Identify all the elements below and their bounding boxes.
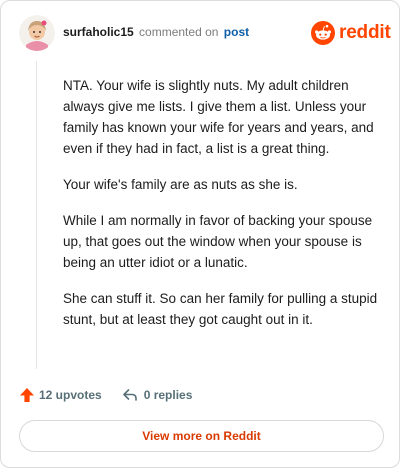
user-avatar[interactable]	[19, 15, 55, 51]
replies-count: 0 replies	[143, 388, 193, 402]
reply-arrow-icon	[122, 389, 137, 401]
reddit-snoo-icon	[311, 21, 335, 45]
comment-footer: 12 upvotes 0 replies	[19, 387, 192, 403]
comment-embed-card: surfaholic15 commented on post reddit NT…	[0, 0, 400, 468]
username-link[interactable]: surfaholic15	[63, 25, 134, 39]
comment-paragraph: While I am normally in favor of backing …	[63, 213, 373, 270]
avatar-icon	[19, 15, 55, 51]
comment-paragraph: Your wife's family are as nuts as she is…	[63, 177, 298, 192]
comment-paragraph: NTA. Your wife is slightly nuts. My adul…	[63, 78, 374, 156]
reddit-logo[interactable]: reddit	[311, 21, 391, 45]
view-more-button[interactable]: View more on Reddit	[19, 420, 384, 452]
comment-paragraph: She can stuff it. So can her family for …	[63, 291, 378, 327]
upvote-arrow-icon[interactable]	[19, 387, 35, 403]
thread-line	[36, 61, 37, 369]
upvote-count: 12 upvotes	[39, 388, 102, 402]
post-link[interactable]: post	[224, 25, 249, 39]
action-text: commented on	[139, 25, 219, 39]
comment-body: NTA. Your wife is slightly nuts. My adul…	[63, 75, 381, 345]
replies-button[interactable]: 0 replies	[122, 387, 193, 403]
comment-header: surfaholic15 commented on post	[63, 25, 249, 39]
reddit-wordmark: reddit	[339, 22, 391, 43]
